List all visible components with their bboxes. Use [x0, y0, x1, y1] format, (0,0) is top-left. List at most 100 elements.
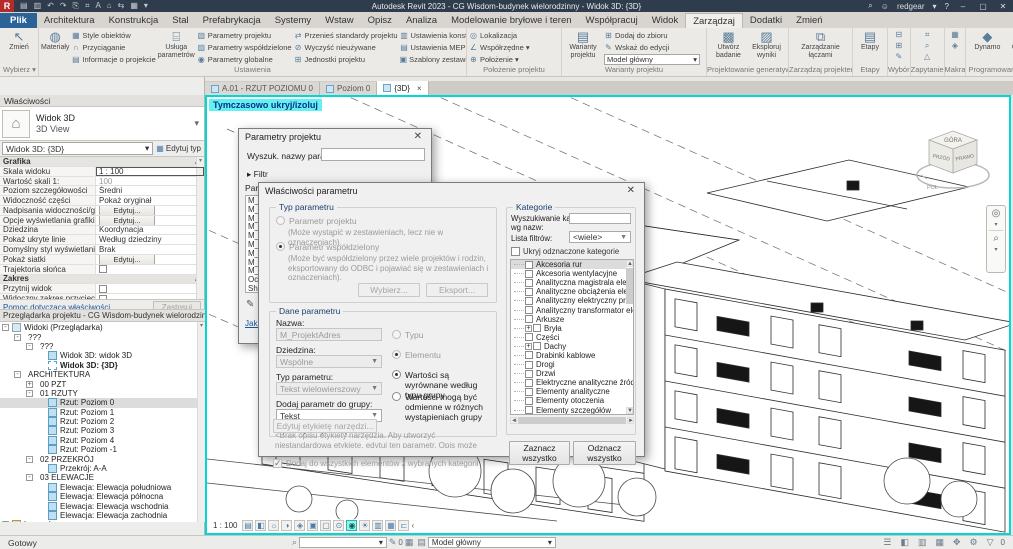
category-row[interactable]: Części	[511, 333, 626, 342]
add-to-all-checkbox[interactable]: Dodaj do wszystkich elementów z wybranyc…	[273, 459, 479, 468]
panel-label-selection[interactable]: Wybór	[888, 65, 910, 76]
tree-item[interactable]: Przekrój: A-A	[0, 464, 205, 473]
pick-to-edit-button[interactable]: ✎Wskaż do edycji	[604, 42, 704, 53]
phases-button[interactable]: ▤ Etapy	[855, 29, 885, 52]
reveal-constraints-icon[interactable]: ⊏	[398, 520, 409, 531]
tree-item[interactable]: ???	[0, 332, 205, 341]
tree-item[interactable]: Rzut: Poziom 3	[0, 426, 205, 435]
tree-expander-icon[interactable]	[26, 474, 33, 481]
edit-type-button[interactable]: ▦ Edytuj typ	[153, 144, 204, 153]
edit-tooltip-button[interactable]: Edytuj etykietę narzędzi...	[273, 419, 377, 433]
chevron-down-icon[interactable]: ▾	[194, 118, 202, 129]
category-checkbox[interactable]	[525, 333, 533, 341]
search-icon[interactable]: ⌕	[868, 1, 872, 11]
tree-expander-icon[interactable]	[2, 521, 9, 522]
ribbon-tab[interactable]: Architektura	[37, 13, 102, 28]
ribbon-tab[interactable]: Konstrukcja	[102, 13, 166, 28]
mep-settings-button[interactable]: ▤Ustawienia MEP ▾	[400, 42, 466, 53]
ribbon-tab[interactable]: Systemy	[268, 13, 318, 28]
category-checkbox[interactable]	[525, 270, 533, 278]
close-icon[interactable]: ✕	[624, 185, 638, 196]
snaps-button[interactable]: ∩Przyciąganie	[71, 42, 155, 53]
category-row[interactable]: Elementy szczegółów	[511, 406, 626, 415]
panel-label-generative[interactable]: Projektowanie generatywne	[707, 65, 788, 76]
ribbon-tab[interactable]: Dodatki	[743, 13, 789, 28]
global-parameters-button[interactable]: ◉Parametry globalne	[197, 54, 292, 65]
tree-expander-icon[interactable]	[14, 371, 21, 378]
tree-item[interactable]: ARCHITEKTURA	[0, 370, 205, 379]
dynamo-button[interactable]: ◆ Dynamo	[968, 29, 1006, 52]
object-styles-button[interactable]: ▦Style obiektów	[71, 30, 155, 41]
zoom-icon[interactable]: ⌕	[993, 233, 999, 244]
ribbon-tab[interactable]: Zarządzaj	[685, 13, 743, 28]
type-radio[interactable]: Typu	[392, 330, 423, 340]
options-icon[interactable]: ▤	[417, 537, 426, 548]
view-tab[interactable]: A.01 - RZUT POZIOMU 0	[205, 82, 320, 95]
select-button[interactable]: Wybierz...	[358, 283, 420, 297]
panel-label-manage[interactable]: Zarządzaj projektem	[789, 65, 852, 76]
category-checkbox[interactable]	[525, 361, 533, 369]
property-value[interactable]: 100	[96, 177, 204, 186]
category-checkbox[interactable]	[525, 306, 533, 314]
property-value[interactable]: Edytuj...	[96, 255, 204, 264]
panel-label-inquiry[interactable]: Zapytanie	[911, 65, 944, 76]
category-row[interactable]: Analityczna magistrala elektryc...	[511, 278, 626, 287]
property-value[interactable]: Edytuj...	[96, 206, 204, 215]
panel-label-phases[interactable]: Etapy	[853, 65, 887, 76]
explore-outcomes-button[interactable]: ▨ Eksplorujwyniki	[749, 29, 785, 59]
param-type-dropdown[interactable]: Tekst wielowierszowy▼	[276, 382, 382, 395]
restore-button[interactable]: ▢	[977, 2, 989, 11]
project-browser-header[interactable]: Przeglądarka projektu - CG Wisdom-budyne…	[0, 309, 205, 322]
category-checkbox[interactable]	[525, 279, 533, 287]
select-by-id-icon[interactable]: ⌕	[925, 41, 929, 50]
filter-list-dropdown[interactable]: <wiele>▼	[569, 231, 631, 243]
category-checkbox[interactable]	[525, 351, 533, 359]
project-info-button[interactable]: ▤Informacje o projekcie	[71, 54, 155, 65]
export-button[interactable]: Eksport...	[426, 283, 488, 297]
panel-label-polozenie[interactable]: Położenie projektu	[467, 65, 561, 76]
category-row[interactable]: Drzwi	[511, 369, 626, 378]
property-value[interactable]	[96, 284, 204, 293]
user-icon[interactable]: ☺	[881, 2, 889, 11]
tree-item[interactable]: Elewacja: Elewacja południowa	[0, 483, 205, 492]
undo-icon[interactable]: ↶	[47, 1, 54, 11]
macro-security-icon[interactable]: ◈	[952, 41, 958, 50]
tree-expander-icon[interactable]	[2, 324, 9, 331]
check-all-button[interactable]: Zaznacz wszystko	[509, 441, 570, 465]
manage-links-button[interactable]: ⧉ Zarządzaniełączami	[797, 29, 845, 59]
category-row[interactable]: Dachy	[511, 342, 626, 351]
category-row[interactable]: Akcesoria wentylacyjne	[511, 269, 626, 278]
category-checkbox[interactable]	[533, 342, 541, 350]
exclude-options-icon[interactable]: ☰	[883, 537, 891, 548]
ribbon-tab[interactable]: Wstaw	[318, 13, 361, 28]
tree-expander-icon[interactable]	[26, 381, 33, 388]
category-checkbox[interactable]	[525, 406, 533, 414]
type-selector[interactable]: ⌂ Widok 3D 3D View ▾	[0, 107, 204, 141]
tree-item[interactable]: Elewacja: Elewacja zachodnia	[0, 511, 205, 520]
category-row[interactable]: Drabinki kablowe	[511, 351, 626, 360]
view-3d-icon[interactable]: ⌂	[107, 1, 112, 11]
category-checkbox[interactable]	[533, 324, 541, 332]
category-row[interactable]: Akcesoria rur	[511, 260, 626, 269]
category-checkbox[interactable]	[525, 370, 533, 378]
category-checkbox[interactable]	[525, 261, 533, 269]
ribbon-tab[interactable]: Plik	[0, 13, 37, 28]
category-row[interactable]: Analityczny elektryczny przełącz...	[511, 296, 626, 305]
categories-list[interactable]: Akcesoria rur Akcesoria wentylacyjne	[510, 259, 634, 415]
project-parameter-radio[interactable]: Parametr projektu	[276, 216, 357, 226]
property-value[interactable]: 1 : 100	[96, 167, 204, 176]
shadows-icon[interactable]: ◑	[281, 520, 292, 531]
coordinates-button[interactable]: ∠Współrzędne ▾	[469, 42, 559, 53]
crop-view-icon[interactable]: ▣	[307, 520, 318, 531]
element-selector-dropdown[interactable]: Widok 3D: {3D}▾	[2, 142, 153, 155]
shared-parameters-button[interactable]: ▨Parametry współdzielone	[197, 42, 292, 53]
modify-button[interactable]: ↖ Zmień	[2, 29, 36, 52]
ribbon-tab[interactable]: Stal	[165, 13, 195, 28]
property-value[interactable]: Pokaż oryginał	[96, 196, 204, 205]
project-parameters-button[interactable]: ▧Parametry projektu	[197, 30, 292, 41]
category-row[interactable]: Elementy otoczenia	[511, 396, 626, 405]
ribbon-tab[interactable]: Współpracuj	[579, 13, 645, 28]
editable-only-icon[interactable]: ✎	[389, 537, 397, 548]
store-icon[interactable]: ▾	[933, 2, 937, 11]
tree-item[interactable]: Legendy	[0, 520, 205, 522]
